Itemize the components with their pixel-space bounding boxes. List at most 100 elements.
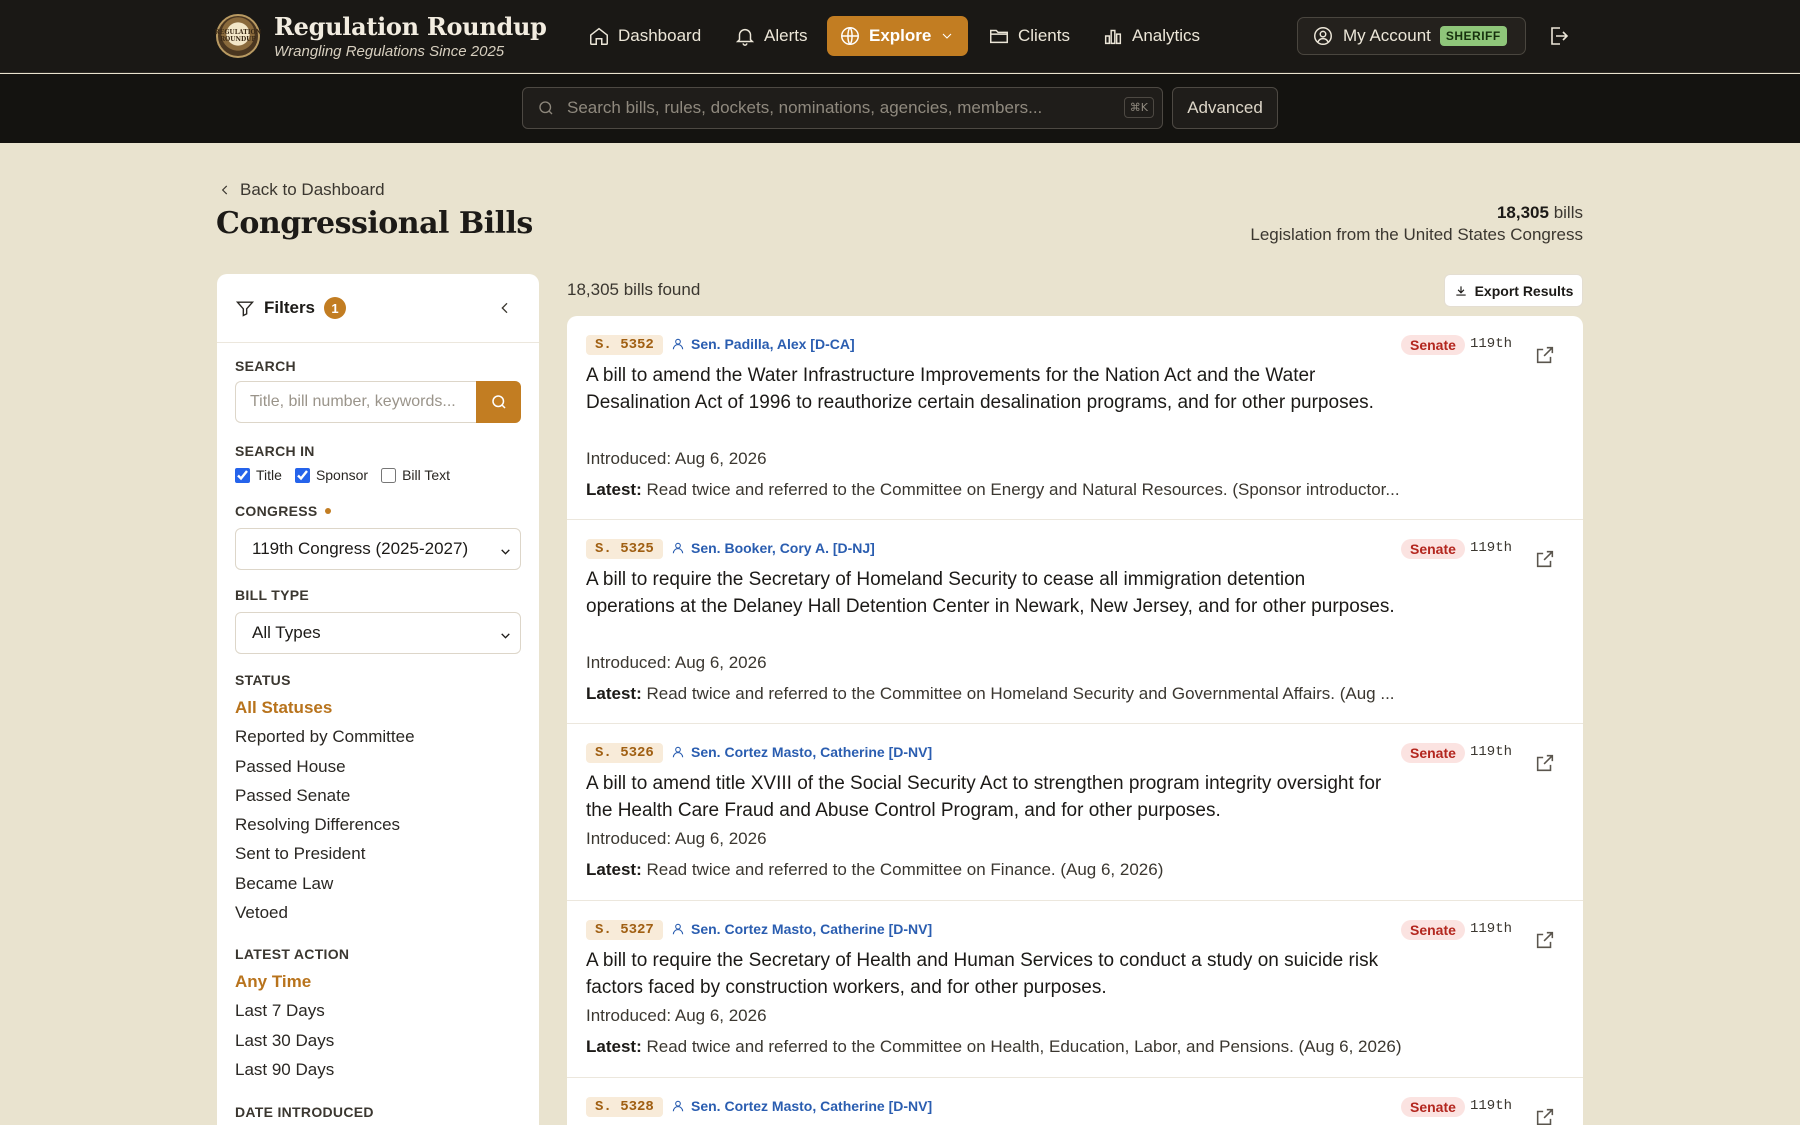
home-icon [590,27,608,45]
search-icon [491,395,506,409]
latest-action-option[interactable]: Last 7 Days [235,996,334,1025]
logout-button[interactable] [1546,24,1570,48]
congress-select[interactable]: 119th Congress (2025-2027) [235,528,521,570]
nav-alerts[interactable]: Alerts [722,16,819,56]
person-icon [672,338,684,350]
congress-label: 119th [1470,540,1513,556]
bill-title[interactable]: A bill to require the Secretary of Healt… [586,947,1396,1001]
bill-number[interactable]: S. 5326 [586,743,663,763]
open-external-button[interactable] [1534,344,1556,371]
open-external-button[interactable] [1534,1106,1556,1125]
app-name: Regulation Roundup [274,12,547,41]
nav-dashboard[interactable]: Dashboard [576,16,713,56]
status-option[interactable]: All Statuses [235,693,415,722]
keyword-search-button[interactable] [476,381,521,423]
bill-number[interactable]: S. 5328 [586,1097,663,1117]
external-link-icon [1536,754,1554,772]
account-button[interactable]: My Account SHERIFF [1297,17,1526,55]
congress-label: CONGRESS [235,503,331,519]
search-in-bill-text[interactable]: Bill Text [381,467,450,483]
introduced-prefix: Introduced: [586,829,672,848]
nav-clients-label: Clients [1018,26,1070,45]
sponsor-link[interactable]: Sen. Padilla, Alex [D-CA] [671,336,855,352]
bill-card[interactable]: S. 5327 Sen. Cortez Masto, Catherine [D-… [567,901,1583,1078]
status-option[interactable]: Vetoed [235,898,415,927]
global-search[interactable]: ⌘K [522,87,1163,129]
sponsor-link[interactable]: Sen. Cortez Masto, Catherine [D-NV] [671,744,932,760]
export-results-button[interactable]: Export Results [1444,274,1583,307]
global-search-bar: ⌘K Advanced [0,74,1800,143]
bill-number[interactable]: S. 5325 [586,539,663,559]
bill-number[interactable]: S. 5352 [586,335,663,355]
bill-type-select-value: All Types [252,623,321,642]
congress-label: 119th [1470,744,1513,760]
open-external-button[interactable] [1534,929,1556,956]
collapse-filters-button[interactable] [497,300,513,321]
search-in-sponsor[interactable]: Sponsor [294,467,368,483]
search-label: SEARCH [235,358,296,374]
sponsor-name: Sen. Cortez Masto, Catherine [D-NV] [691,921,933,937]
bill-title[interactable]: A bill to require the Secretary of Homel… [586,566,1396,620]
chevron-down-icon [499,627,512,647]
search-in-title-checkbox[interactable] [235,467,250,483]
status-label: STATUS [235,672,291,688]
external-link-icon [1536,1108,1554,1125]
logo[interactable]: REGULATION ROUNDUP [215,14,261,58]
congress-label: 119th [1470,1098,1513,1114]
chamber-badge: Senate [1401,335,1465,355]
bill-card[interactable]: S. 5328 Sen. Cortez Masto, Catherine [D-… [567,1078,1583,1125]
latest-value: Read twice and referred to the Committee… [646,684,1395,703]
chamber-badge: Senate [1401,1097,1465,1117]
chamber-badge: Senate [1401,920,1465,940]
latest-action-option[interactable]: Last 90 Days [235,1055,334,1084]
latest-action-options: Any Time Last 7 Days Last 30 Days Last 9… [235,967,334,1084]
search-in-sponsor-checkbox[interactable] [294,467,310,483]
bill-card[interactable]: S. 5326 Sen. Cortez Masto, Catherine [D-… [567,724,1583,901]
status-option[interactable]: Reported by Committee [235,722,415,751]
sponsor-link[interactable]: Sen. Cortez Masto, Catherine [D-NV] [671,1098,932,1114]
chevron-down-icon [942,33,952,39]
introduced-date: Introduced: Aug 6, 2026 [586,829,767,849]
introduced-value: Aug 6, 2026 [674,449,767,468]
bill-card[interactable]: S. 5325 Sen. Booker, Cory A. [D-NJ] Sena… [567,520,1583,724]
latest-action: Latest: Read twice and referred to the C… [586,1037,1402,1057]
open-external-button[interactable] [1534,548,1556,575]
global-search-input[interactable] [567,98,1107,118]
status-option[interactable]: Resolving Differences [235,810,415,839]
search-in-title-label: Title [256,467,282,483]
bill-title[interactable]: A bill to amend the Water Infrastructure… [586,362,1396,416]
bill-card[interactable]: S. 5352 Sen. Padilla, Alex [D-CA] Senate… [567,316,1583,520]
latest-prefix: Latest: [586,480,642,499]
date-introduced-label: DATE INTRODUCED [235,1104,374,1120]
search-in-title[interactable]: Title [235,467,282,483]
nav-explore[interactable]: Explore [827,16,968,56]
latest-action-option[interactable]: Last 30 Days [235,1026,334,1055]
status-option[interactable]: Passed Senate [235,781,415,810]
sponsor-link[interactable]: Sen. Booker, Cory A. [D-NJ] [671,540,875,556]
nav-analytics[interactable]: Analytics [1090,16,1212,56]
chevron-left-icon [501,302,508,314]
bill-title[interactable]: A bill to amend title XVIII of the Socia… [586,770,1396,824]
advanced-search-button[interactable]: Advanced [1172,87,1278,129]
latest-action-option[interactable]: Any Time [235,967,334,996]
status-option[interactable]: Became Law [235,869,415,898]
open-external-button[interactable] [1534,752,1556,779]
filters-panel: Filters 1 SEARCH SEARCH IN Title Sponsor… [217,274,539,1125]
search-in-bill-text-checkbox[interactable] [381,467,397,483]
nav-clients[interactable]: Clients [976,16,1082,56]
filters-header: Filters 1 [217,274,539,343]
bill-number[interactable]: S. 5327 [586,920,663,940]
filter-icon [235,301,255,317]
latest-value: Read twice and referred to the Committee… [646,480,1400,499]
results-count: 18,305 bills found [567,280,701,299]
status-option[interactable]: Passed House [235,752,415,781]
nav-analytics-label: Analytics [1132,26,1201,45]
introduced-date: Introduced: Aug 6, 2026 [586,1006,767,1026]
bill-type-select[interactable]: All Types [235,612,521,654]
keyword-search-input[interactable] [235,381,477,423]
nav-alerts-label: Alerts [764,26,808,45]
sponsor-link[interactable]: Sen. Cortez Masto, Catherine [D-NV] [671,921,932,937]
brand[interactable]: Regulation Roundup Wrangling Regulations… [274,12,547,60]
status-option[interactable]: Sent to President [235,839,415,868]
back-link[interactable]: Back to Dashboard [218,180,385,200]
